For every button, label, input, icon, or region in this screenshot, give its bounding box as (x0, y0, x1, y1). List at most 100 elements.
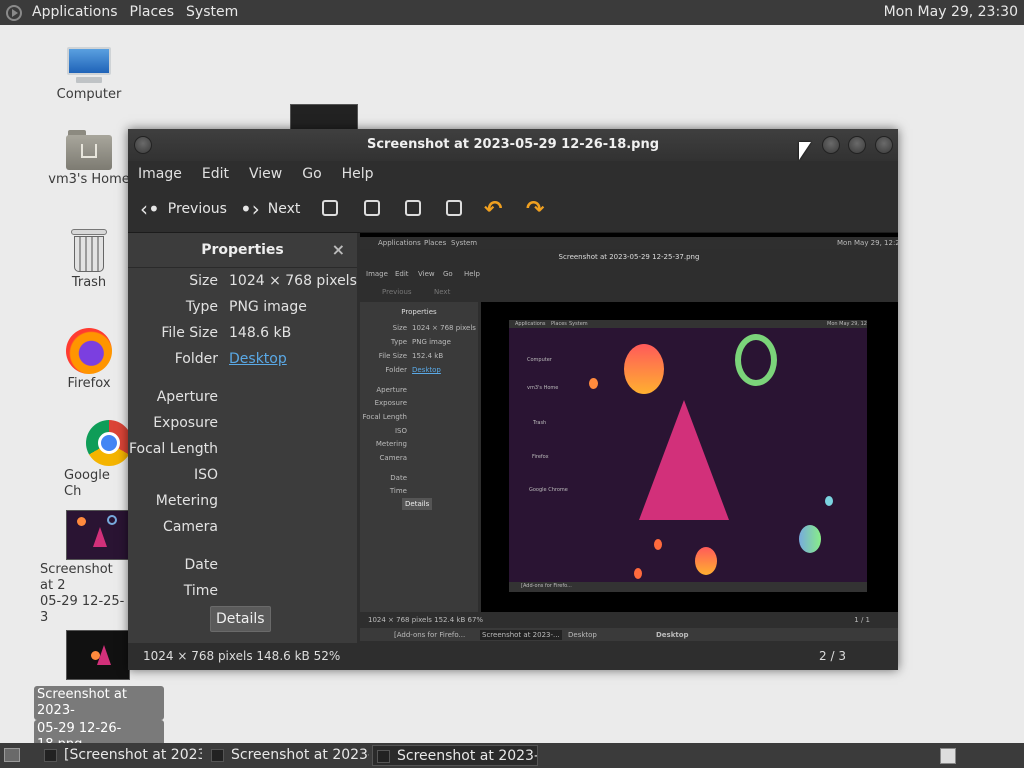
zoom-fit-icon[interactable] (446, 200, 462, 216)
prop-key: ISO (193, 467, 218, 483)
next-label: Next (267, 201, 301, 217)
embedded-prop-value: 1024 × 768 pixels (412, 324, 476, 332)
embedded-top-panel: Applications Places System Mon May 29, 1… (360, 237, 898, 249)
inner-menu: Places (551, 321, 567, 327)
window-title: Screenshot at 2023-05-29 12-26-18.png (366, 137, 660, 152)
inner-icon-label: Trash (533, 420, 547, 426)
zoom-in-icon[interactable] (322, 200, 338, 216)
embedded-image-area: Applications Places System Mon May 29, 1… (481, 302, 898, 612)
image-viewer-icon (377, 750, 390, 763)
task-button-active[interactable]: Screenshot at 2023-... (372, 745, 538, 766)
desktop-icon-computer[interactable]: Computer (34, 47, 144, 103)
maximize-button[interactable] (848, 136, 866, 154)
embedded-task: Desktop (656, 631, 689, 639)
decor-dot (634, 568, 642, 579)
computer-icon (66, 47, 112, 85)
embedded-properties-title: Properties (401, 308, 437, 316)
window-titlebar[interactable]: Screenshot at 2023-05-29 12-26-18.png (128, 129, 898, 161)
rotate-left-icon[interactable]: ↶ (484, 197, 502, 222)
embedded-clock: Mon May 29, 12:26 (837, 239, 898, 247)
zoom-out-icon[interactable] (364, 200, 380, 216)
system-menu[interactable]: System (180, 0, 244, 25)
status-info: 1024 × 768 pixels 148.6 kB 52% (143, 649, 341, 663)
prop-exposure: Exposure (128, 411, 357, 435)
desktop-icon-screenshot-1[interactable]: Screenshot at 2 05-29 12-25-3 (34, 510, 128, 626)
applications-menu[interactable]: Applications (26, 0, 124, 25)
task-button[interactable]: Screenshot at 2023-... (207, 745, 369, 766)
menu-help[interactable]: Help (332, 166, 384, 182)
close-button[interactable] (875, 136, 893, 154)
embedded-details-button: Details (402, 498, 433, 510)
embedded-menu: Go (443, 270, 453, 278)
prop-focal-length: Focal Length (128, 437, 357, 461)
prop-key: Size (189, 273, 218, 289)
bottom-panel: [Screenshot at 2023... Screenshot at 202… (0, 743, 1024, 768)
embedded-prop-key: Metering (375, 440, 407, 448)
image-viewer-window: Screenshot at 2023-05-29 12-26-18.png Im… (128, 129, 898, 670)
embedded-properties-pane: Properties Size 1024 × 768 pixels Type P… (360, 302, 478, 612)
image-viewer-icon (44, 749, 57, 762)
embedded-window: Screenshot at 2023-05-29 12-25-37.png Im… (360, 249, 898, 643)
inner-taskbar: [Add-ons for Firefo... (509, 582, 867, 592)
arrow-left-icon: ‹• (140, 197, 160, 221)
folder-link[interactable]: Desktop (229, 347, 287, 371)
status-bar: 1024 × 768 pixels 148.6 kB 52% 2 / 3 (128, 643, 898, 670)
embedded-menu: Help (464, 270, 480, 278)
prop-time: Time (128, 579, 357, 603)
prop-key: File Size (161, 325, 218, 341)
prop-iso: ISO (128, 463, 357, 487)
prop-aperture: Aperture (128, 385, 357, 409)
decor-ring (735, 334, 777, 386)
prop-value: 148.6 kB (229, 325, 292, 341)
close-pane-icon[interactable]: × (332, 233, 345, 267)
embedded-menu: Places (424, 239, 447, 247)
embedded-menu: Edit (395, 270, 409, 278)
embedded-prop-key: Camera (379, 454, 407, 462)
zoom-normal-icon[interactable] (405, 200, 421, 216)
prop-key: Time (183, 583, 218, 599)
firefox-icon (66, 328, 112, 374)
embedded-task: Screenshot at 2023-... (480, 630, 562, 640)
decor-dot (589, 378, 598, 389)
task-button[interactable]: [Screenshot at 2023... (40, 745, 202, 766)
menu-image[interactable]: Image (128, 166, 192, 182)
image-canvas[interactable]: Applications Places System Mon May 29, 1… (360, 233, 898, 643)
prop-key: Date (184, 557, 218, 573)
next-button[interactable]: •› Next (240, 196, 300, 222)
embedded-status-right: 1 / 1 (854, 616, 870, 624)
top-panel: Applications Places System Mon May 29, 2… (0, 0, 1024, 25)
prop-file-size: File Size 148.6 kB (128, 321, 357, 345)
embedded-menu: Applications (378, 239, 421, 247)
show-desktop-icon[interactable] (4, 748, 20, 762)
desktop-icon-chrome[interactable]: Google Ch (54, 420, 128, 500)
menu-go[interactable]: Go (292, 166, 331, 182)
workspace-switcher[interactable] (940, 748, 956, 764)
chrome-icon (86, 420, 128, 466)
menu-edit[interactable]: Edit (192, 166, 239, 182)
embedded-menu: View (418, 270, 435, 278)
embedded-prop-value: PNG image (412, 338, 451, 346)
embedded-prop-key: Exposure (374, 399, 407, 407)
rotate-right-icon[interactable]: ↷ (526, 197, 544, 222)
menu-bar: Image Edit View Go Help (128, 161, 898, 186)
previous-button[interactable]: ‹• Previous (140, 196, 227, 222)
distro-logo-icon[interactable] (6, 4, 22, 21)
embedded-prop-key: File Size (378, 352, 407, 360)
inner-icon-label: Firefox (532, 454, 549, 460)
clock[interactable]: Mon May 29, 23:30 (884, 0, 1018, 25)
inner-top-panel: Applications Places System Mon May 29, 1… (509, 320, 867, 328)
menu-view[interactable]: View (239, 166, 292, 182)
details-button[interactable]: Details (210, 606, 271, 632)
prop-key: Camera (163, 519, 218, 535)
embedded-menu: Image (366, 270, 388, 278)
decor-orange-circle (624, 344, 664, 394)
desktop-icon-label: Screenshot at 2 (40, 562, 113, 593)
embedded-previous: Previous (382, 288, 412, 296)
task-label: Screenshot at 2023-... (397, 748, 538, 764)
places-menu[interactable]: Places (124, 0, 181, 25)
embedded-prop-key: Date (390, 474, 407, 482)
minimize-button[interactable] (822, 136, 840, 154)
embedded-task: Desktop (568, 631, 597, 639)
decor-triangle (639, 400, 729, 520)
embedded-title: Screenshot at 2023-05-29 12-25-37.png (558, 253, 700, 261)
